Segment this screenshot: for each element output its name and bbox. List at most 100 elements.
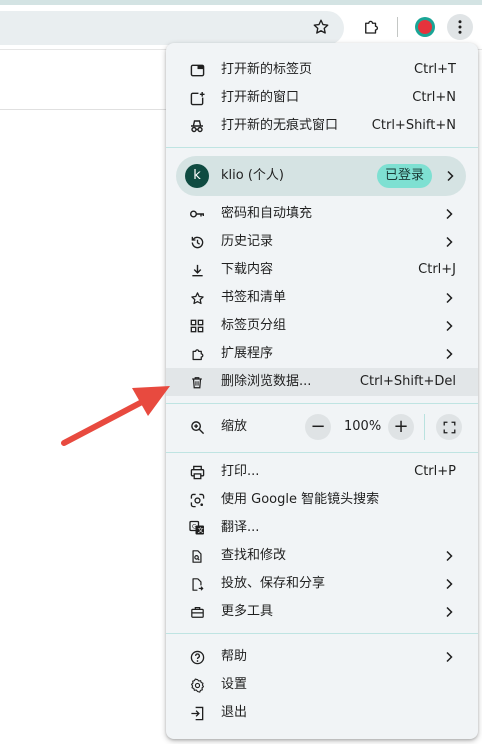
menu-item-shortcut: Ctrl+Shift+N: [371, 118, 456, 133]
fullscreen-icon: [443, 421, 455, 433]
zoom-out-button[interactable]: −: [305, 414, 331, 440]
chevron-right-icon: [446, 606, 453, 618]
menu-item-label: 标签页分组: [221, 318, 287, 333]
key-icon: [189, 206, 205, 222]
zoom-in-button[interactable]: +: [388, 414, 414, 440]
menu-item-find-edit[interactable]: 查找和修改: [166, 542, 478, 570]
zoom-value: 100%: [344, 419, 382, 434]
chrome-main-menu: 打开新的标签页 Ctrl+T 打开新的窗口 Ctrl+N 打开新的无痕式窗口 C…: [166, 43, 478, 739]
menu-item-label: 打开新的标签页: [221, 62, 313, 77]
menu-item-tab-groups[interactable]: 标签页分组: [166, 312, 478, 340]
menu-item-label: 帮助: [221, 649, 248, 664]
chevron-right-icon: [446, 348, 453, 360]
avatar: k: [185, 164, 209, 188]
google-lens-icon: [189, 492, 205, 508]
menu-item-translate[interactable]: G文 翻译...: [166, 514, 478, 542]
bookmark-star-icon[interactable]: [308, 14, 334, 40]
menu-item-label: 使用 Google 智能镜头搜索: [221, 492, 380, 507]
profile-name: klio (个人): [221, 168, 284, 183]
menu-item-google-lens[interactable]: 使用 Google 智能镜头搜索: [166, 486, 478, 514]
incognito-icon: [189, 118, 205, 134]
exit-icon: [189, 705, 205, 721]
profile-row[interactable]: k klio (个人) 已登录: [176, 156, 466, 196]
file-share-icon: [189, 576, 205, 592]
svg-text:G: G: [192, 524, 197, 531]
zoom-row: 缩放 − 100% +: [166, 413, 478, 441]
menu-item-label: 打开新的无痕式窗口: [221, 118, 339, 133]
menu-item-label: 书签和清单: [221, 290, 287, 305]
chevron-right-icon: [446, 651, 453, 663]
chevron-right-icon: [446, 236, 453, 248]
menu-item-label: 投放、保存和分享: [221, 576, 326, 591]
menu-item-label: 更多工具: [221, 604, 274, 619]
new-window-icon: [189, 90, 205, 106]
trash-icon: [189, 374, 205, 390]
menu-item-label: 查找和修改: [221, 548, 287, 563]
printer-icon: [189, 464, 205, 480]
translate-icon: G文: [189, 520, 205, 536]
chevron-right-icon: [446, 320, 453, 332]
chevron-right-icon: [446, 292, 453, 304]
menu-item-help[interactable]: 帮助: [166, 643, 478, 671]
menu-item-label: 扩展程序: [221, 346, 274, 361]
chevron-right-icon: [446, 550, 453, 562]
kebab-menu-icon[interactable]: [447, 14, 473, 40]
puzzle-icon: [189, 346, 205, 362]
signed-in-badge: 已登录: [377, 164, 433, 188]
new-tab-icon: [189, 62, 205, 78]
menu-item-exit[interactable]: 退出: [166, 699, 478, 727]
menu-item-shortcut: Ctrl+P: [414, 464, 456, 479]
history-icon: [189, 234, 205, 250]
menu-item-label: 打印...: [221, 464, 260, 479]
toolbar-separator: [397, 17, 398, 37]
menu-item-shortcut: Ctrl+N: [412, 90, 456, 105]
star-icon: [189, 290, 205, 306]
chevron-right-icon: [446, 208, 453, 220]
menu-item-extensions[interactable]: 扩展程序: [166, 340, 478, 368]
tab-groups-icon: [189, 318, 205, 334]
toolbox-icon: [189, 604, 205, 620]
menu-item-new-tab[interactable]: 打开新的标签页 Ctrl+T: [166, 56, 478, 84]
menu-separator: [166, 452, 478, 453]
download-icon: [189, 262, 205, 278]
menu-item-cast-save-share[interactable]: 投放、保存和分享: [166, 570, 478, 598]
menu-item-shortcut: Ctrl+T: [414, 62, 456, 77]
menu-item-label: 历史记录: [221, 234, 274, 249]
menu-item-new-window[interactable]: 打开新的窗口 Ctrl+N: [166, 84, 478, 112]
menu-item-label: 翻译...: [221, 520, 260, 535]
chevron-right-icon: [446, 578, 453, 590]
menu-item-history[interactable]: 历史记录: [166, 228, 478, 256]
menu-separator: [166, 403, 478, 404]
menu-item-print[interactable]: 打印... Ctrl+P: [166, 458, 478, 486]
menu-separator: [166, 147, 478, 148]
extensions-icon[interactable]: [358, 14, 384, 40]
profile-indicator-icon[interactable]: [412, 14, 438, 40]
fullscreen-button[interactable]: [436, 414, 462, 440]
annotation-arrow-icon: [61, 386, 170, 446]
menu-item-downloads[interactable]: 下载内容 Ctrl+J: [166, 256, 478, 284]
menu-item-label: 下载内容: [221, 262, 274, 277]
menu-item-label: 打开新的窗口: [221, 90, 300, 105]
menu-item-bookmarks[interactable]: 书签和清单: [166, 284, 478, 312]
svg-text:文: 文: [198, 527, 204, 535]
help-icon: [189, 649, 205, 665]
menu-item-shortcut: Ctrl+Shift+Del: [359, 374, 456, 389]
menu-item-label: 设置: [221, 677, 248, 692]
menu-item-label: 密码和自动填充: [221, 206, 313, 221]
menu-item-label: 删除浏览数据...: [221, 374, 312, 389]
menu-item-more-tools[interactable]: 更多工具: [166, 598, 478, 626]
menu-item-shortcut: Ctrl+J: [418, 262, 456, 277]
menu-item-new-incognito[interactable]: 打开新的无痕式窗口 Ctrl+Shift+N: [166, 112, 478, 140]
menu-item-clear-browsing-data[interactable]: 删除浏览数据... Ctrl+Shift+Del: [166, 368, 478, 396]
menu-item-label: 退出: [221, 705, 248, 720]
page-divider: [0, 109, 170, 110]
menu-item-passwords[interactable]: 密码和自动填充: [166, 200, 478, 228]
zoom-label: 缩放: [221, 419, 248, 434]
address-bar[interactable]: [0, 11, 344, 45]
find-in-page-icon: [189, 548, 205, 564]
zoom-icon: [189, 419, 205, 435]
menu-item-settings[interactable]: 设置: [166, 671, 478, 699]
zoom-separator: [424, 414, 425, 440]
chevron-right-icon: [447, 170, 454, 182]
gear-icon: [189, 677, 205, 693]
